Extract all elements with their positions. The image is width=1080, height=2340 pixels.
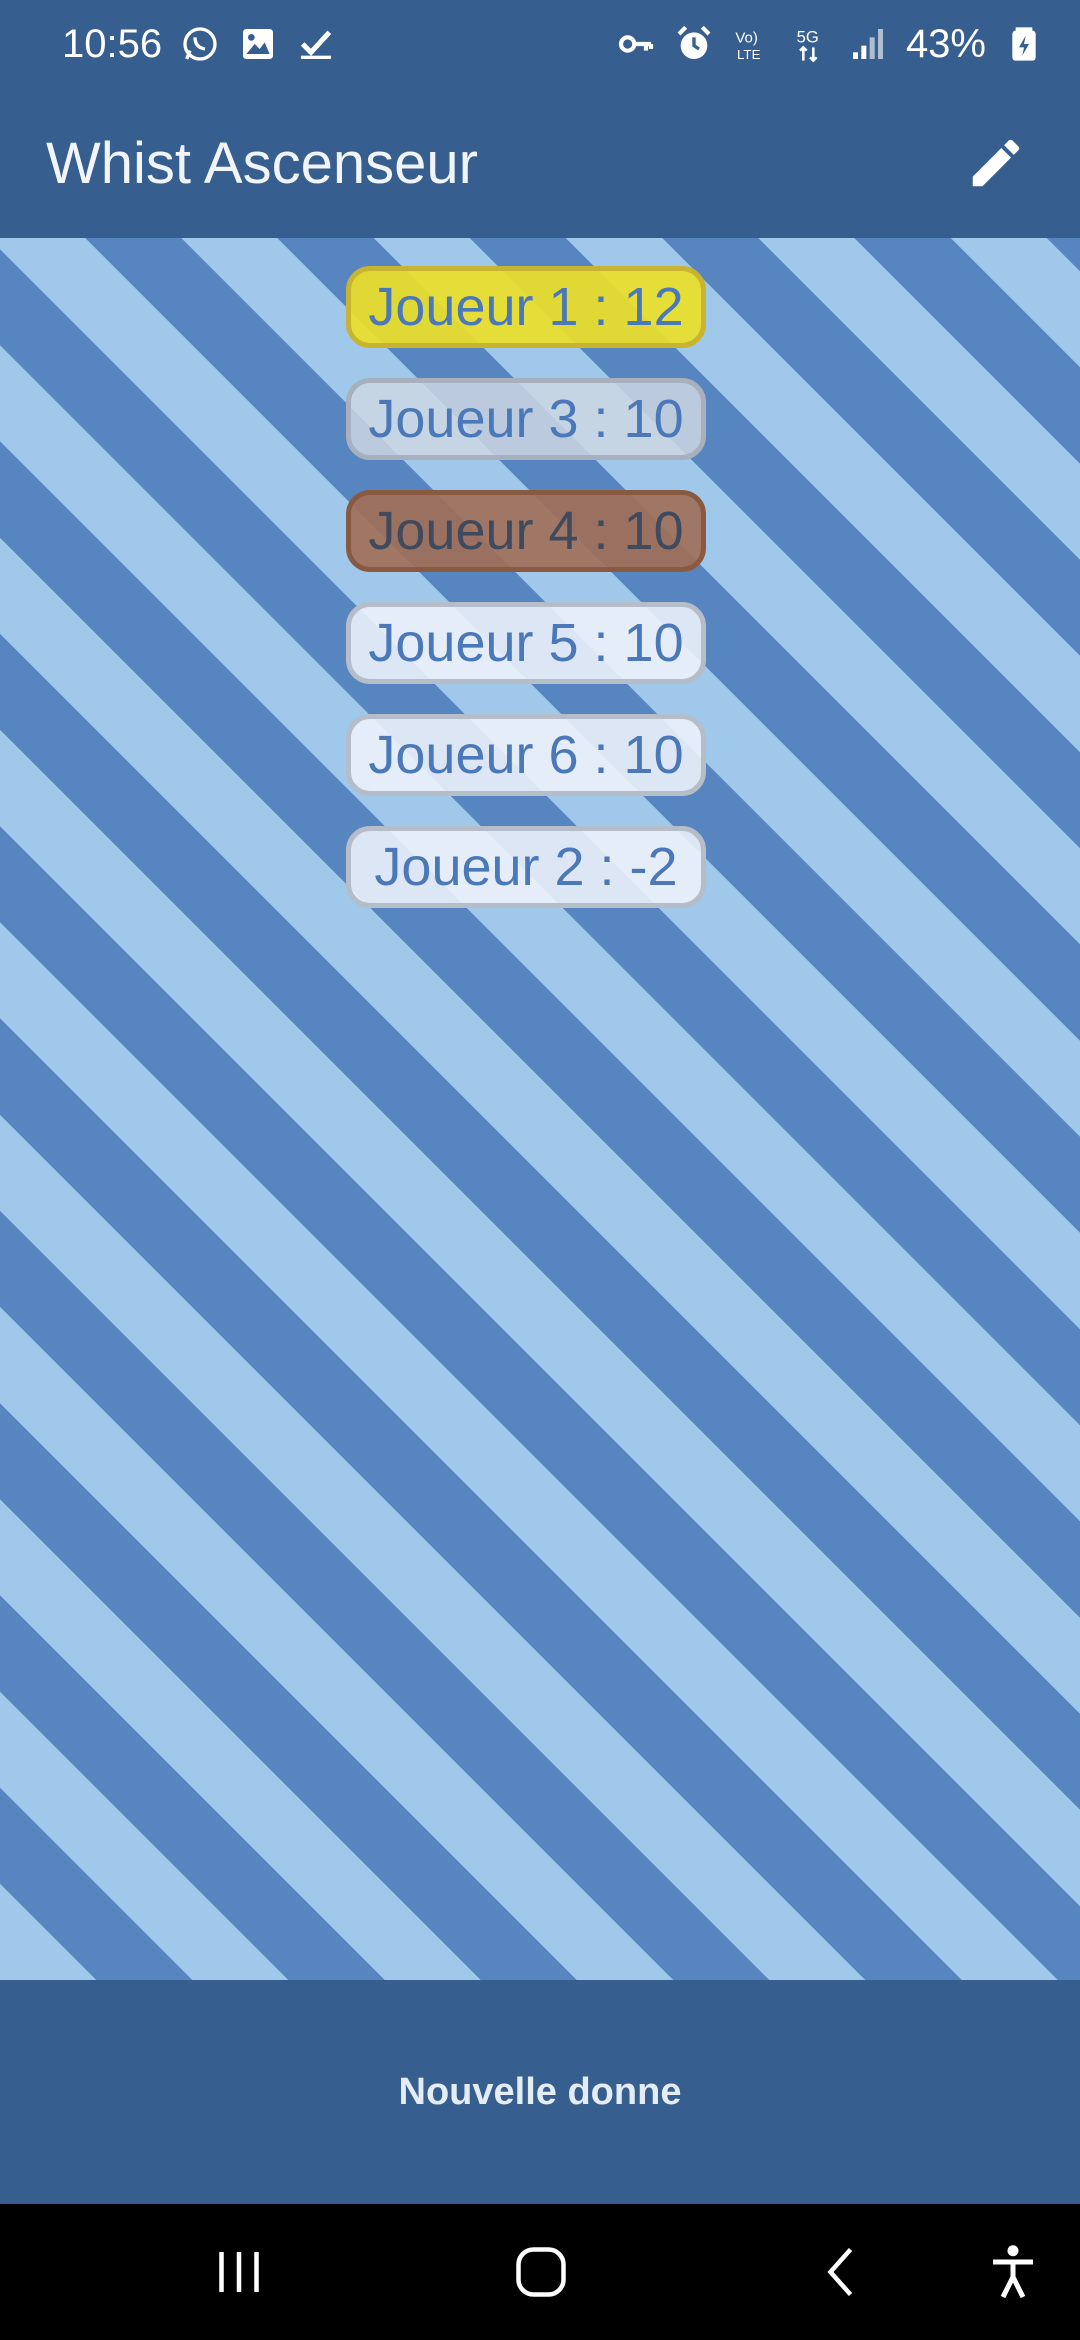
player-chip[interactable]: Joueur 4 : 10: [346, 490, 706, 572]
player-label: Joueur 5 : 10: [368, 613, 684, 673]
volte-icon: Vo) LTE: [732, 24, 772, 64]
battery-icon: [1004, 24, 1044, 64]
player-label: Joueur 2 : -2: [374, 837, 678, 897]
player-chip[interactable]: Joueur 5 : 10: [346, 602, 706, 684]
battery-percent: 43%: [905, 21, 986, 66]
player-chip[interactable]: Joueur 3 : 10: [346, 378, 706, 460]
svg-text:5G: 5G: [797, 27, 819, 46]
whatsapp-icon: [180, 24, 220, 64]
player-chip[interactable]: Joueur 1 : 12: [346, 266, 706, 348]
svg-text:Vo): Vo): [735, 29, 758, 46]
status-time: 10:56: [62, 21, 163, 66]
status-right: Vo) LTE 5G 43%: [616, 22, 1044, 67]
back-icon: [827, 2248, 853, 2296]
check-icon: [296, 24, 336, 64]
accessibility-button[interactable]: [968, 2227, 1058, 2317]
svg-text:LTE: LTE: [737, 47, 761, 62]
player-label: Joueur 1 : 12: [368, 277, 684, 337]
bottom-bar: Nouvelle donne: [0, 1980, 1080, 2204]
player-label: Joueur 4 : 10: [368, 501, 684, 561]
player-label: Joueur 6 : 10: [368, 725, 684, 785]
new-deal-button[interactable]: Nouvelle donne: [359, 2051, 722, 2134]
status-bar: 10:56 Vo) LTE 5G 43%: [0, 0, 1080, 88]
key-icon: [616, 24, 656, 64]
score-board: Joueur 1 : 12 Joueur 3 : 10 Joueur 4 : 1…: [0, 238, 1080, 1980]
app-bar: Whist Ascenseur: [0, 88, 1080, 238]
edit-button[interactable]: [952, 119, 1040, 207]
player-label: Joueur 3 : 10: [368, 389, 684, 449]
5g-icon: 5G: [790, 24, 830, 64]
image-icon: [238, 24, 278, 64]
alarm-icon: [674, 24, 714, 64]
home-button[interactable]: [496, 2227, 586, 2317]
recent-apps-icon: [219, 2252, 259, 2292]
recent-apps-button[interactable]: [194, 2227, 284, 2317]
status-left: 10:56: [62, 22, 336, 67]
back-button[interactable]: [798, 2227, 888, 2317]
app-title: Whist Ascenseur: [46, 130, 478, 196]
system-nav-bar: [0, 2204, 1080, 2340]
player-list: Joueur 1 : 12 Joueur 3 : 10 Joueur 4 : 1…: [346, 266, 706, 908]
player-chip[interactable]: Joueur 2 : -2: [346, 826, 706, 908]
home-icon: [516, 2247, 566, 2297]
player-chip[interactable]: Joueur 6 : 10: [346, 714, 706, 796]
pencil-icon: [972, 139, 1020, 187]
accessibility-icon: [993, 2245, 1033, 2299]
signal-icon: [848, 24, 888, 64]
